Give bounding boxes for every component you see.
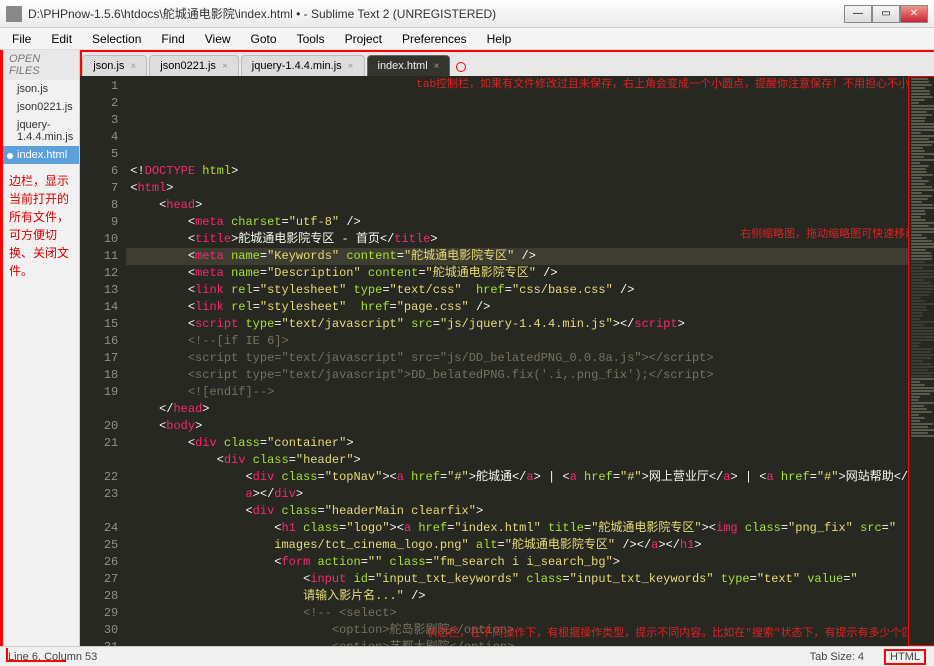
code-line[interactable]: 请输入影片名..." />	[126, 588, 908, 605]
window-titlebar: D:\PHPnow-1.5.6\htdocs\舵城通电影院\index.html…	[0, 0, 934, 28]
tab[interactable]: json.js ×	[82, 55, 147, 76]
sidebar-file[interactable]: json0221.js	[3, 98, 79, 116]
code-line[interactable]: <form action="" class="fm_search i i_sea…	[126, 554, 908, 571]
open-files-list: json.jsjson0221.jsjquery-1.4.4.min.jsind…	[3, 80, 79, 164]
menu-project[interactable]: Project	[337, 30, 390, 48]
code-line[interactable]: <![endif]-->	[126, 384, 908, 401]
tab-label: json.js	[93, 60, 124, 72]
tab-label: jquery-1.4.4.min.js	[252, 60, 342, 72]
code-line[interactable]: <link rel="stylesheet" type="text/css" h…	[126, 282, 908, 299]
tab-close-icon[interactable]: ×	[130, 61, 136, 72]
tabs-annotation: tab控制栏，如果有文件修改过且未保存，右上角会变成一个小圆点，提醒你注意保存！…	[416, 78, 746, 93]
menu-selection[interactable]: Selection	[84, 30, 149, 48]
sidebar: OPEN FILES json.jsjson0221.jsjquery-1.4.…	[0, 50, 80, 646]
code-line[interactable]: a></div>	[126, 486, 908, 503]
code-line[interactable]: <div class="headerMain clearfix">	[126, 503, 908, 520]
tab[interactable]: jquery-1.4.4.min.js ×	[241, 55, 365, 76]
window-maximize-button[interactable]: ▭	[872, 5, 900, 23]
status-language[interactable]: HTML	[884, 649, 926, 665]
code-line[interactable]: <script type="text/javascript">DD_belate…	[126, 367, 908, 384]
code-line[interactable]: <html>	[126, 180, 908, 197]
code-line[interactable]: <!--[if IE 6]>	[126, 333, 908, 350]
tab-label: json0221.js	[160, 60, 216, 72]
code-line[interactable]: <option>舵岛影剧院</option>	[126, 622, 908, 639]
code-line[interactable]: <script type="text/javascript" src="js/D…	[126, 350, 908, 367]
sidebar-file[interactable]: jquery-1.4.4.min.js	[3, 116, 79, 146]
unsaved-indicator	[456, 62, 466, 72]
code-line[interactable]: <option>艺都大剧院</option>	[126, 639, 908, 646]
tab-close-icon[interactable]: ×	[222, 61, 228, 72]
code-line[interactable]: <div class="header">	[126, 452, 908, 469]
code-line[interactable]: <input id="input_txt_keywords" class="in…	[126, 571, 908, 588]
code-line[interactable]: <!DOCTYPE html>	[126, 163, 908, 180]
window-title: D:\PHPnow-1.5.6\htdocs\舵城通电影院\index.html…	[28, 5, 844, 22]
code-line[interactable]: <meta name="Description" content="舵城通电影院…	[126, 265, 908, 282]
menu-file[interactable]: File	[4, 30, 39, 48]
code-line[interactable]: <link rel="stylesheet" href="page.css" /…	[126, 299, 908, 316]
menu-view[interactable]: View	[197, 30, 239, 48]
window-close-button[interactable]: ✕	[900, 5, 928, 23]
menu-find[interactable]: Find	[153, 30, 192, 48]
code-editor[interactable]: tab控制栏，如果有文件修改过且未保存，右上角会变成一个小圆点，提醒你注意保存！…	[126, 76, 908, 646]
code-line[interactable]: <!-- <select>	[126, 605, 908, 622]
editor-area: json.js × json0221.js × jquery-1.4.4.min.js ×…	[80, 50, 934, 646]
menu-edit[interactable]: Edit	[43, 30, 80, 48]
tab[interactable]: json0221.js ×	[149, 55, 239, 76]
code-line[interactable]: <script type="text/javascript" src="js/j…	[126, 316, 908, 333]
sidebar-annotation: 边栏，显示当前打开的所有文件，可方便切换、关闭文件。	[3, 164, 79, 288]
status-bar: Line 6, Column 53 Tab Size: 4 HTML	[0, 646, 934, 666]
tab-label: index.html	[378, 60, 428, 72]
sidebar-header: OPEN FILES	[3, 50, 79, 80]
menu-bar: FileEditSelectionFind ViewGotoToolsProjec…	[0, 28, 934, 50]
tab[interactable]: index.html ×	[367, 55, 451, 76]
tab-bar: json.js × json0221.js × jquery-1.4.4.min.js ×…	[80, 50, 934, 76]
app-icon	[6, 6, 22, 22]
menu-goto[interactable]: Goto	[243, 30, 285, 48]
code-line[interactable]: images/tct_cinema_logo.png" alt="舵城通电影院专…	[126, 537, 908, 554]
line-gutter: 1234567891011121314151617181920212223242…	[80, 76, 126, 646]
window-minimize-button[interactable]: —	[844, 5, 872, 23]
menu-tools[interactable]: Tools	[289, 30, 333, 48]
code-line[interactable]: <meta charset="utf-8" />	[126, 214, 908, 231]
status-tabsize[interactable]: Tab Size: 4	[810, 651, 864, 663]
code-line[interactable]: <div class="topNav"><a href="#">舵城通</a> …	[126, 469, 908, 486]
menu-preferences[interactable]: Preferences	[394, 30, 475, 48]
tab-close-icon[interactable]: ×	[434, 61, 440, 72]
code-line[interactable]: <div class="container">	[126, 435, 908, 452]
code-line[interactable]: <meta name="Keywords" content="舵城通电影院专区"…	[126, 248, 908, 265]
sidebar-file[interactable]: index.html	[3, 146, 79, 164]
code-line[interactable]: <body>	[126, 418, 908, 435]
code-line[interactable]: <title>舵城通电影院专区 - 首页</title>	[126, 231, 908, 248]
menu-help[interactable]: Help	[479, 30, 520, 48]
minimap[interactable]	[908, 76, 934, 646]
code-line[interactable]: <h1 class="logo"><a href="index.html" ti…	[126, 520, 908, 537]
code-line[interactable]: </head>	[126, 401, 908, 418]
code-line[interactable]: <head>	[126, 197, 908, 214]
tab-close-icon[interactable]: ×	[348, 61, 354, 72]
sidebar-file[interactable]: json.js	[3, 80, 79, 98]
